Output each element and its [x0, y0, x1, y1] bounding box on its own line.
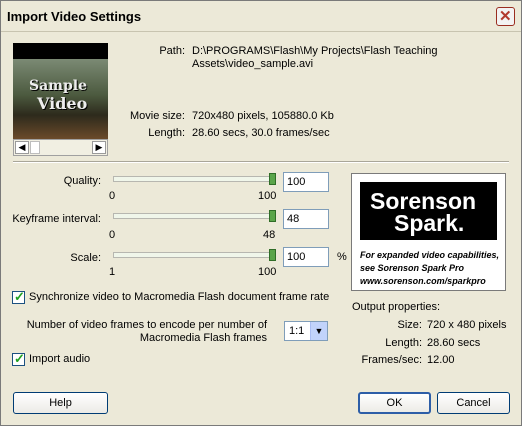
scale-unit: %	[337, 251, 347, 263]
path-value-line2: Assets\video_sample.avi	[192, 58, 314, 70]
sorenson-url: www.sorenson.com/sparkpro	[360, 276, 486, 286]
scroll-left-button[interactable]: ◀	[15, 141, 29, 154]
keyframe-slider[interactable]	[113, 210, 283, 222]
keyframe-thumb[interactable]	[269, 210, 276, 222]
scale-thumb[interactable]	[269, 249, 276, 261]
scale-label: Scale:	[70, 252, 101, 264]
preview-logo-text: Video	[37, 94, 88, 113]
close-button[interactable]: ✕	[496, 7, 515, 26]
length-value: 28.60 secs, 30.0 frames/sec	[192, 127, 330, 139]
path-label: Path:	[159, 45, 185, 57]
keyframe-min: 0	[109, 229, 116, 241]
scale-track	[113, 252, 276, 258]
scale-min: 1	[109, 266, 116, 278]
chevron-right-icon: ▶	[95, 142, 103, 152]
movie-size-label: Movie size:	[129, 110, 185, 122]
section-divider	[13, 161, 509, 163]
close-icon: ✕	[499, 8, 512, 25]
checkmark-icon: ✓	[14, 351, 25, 366]
sync-checkbox[interactable]: ✓	[12, 289, 25, 304]
frames-label-line2: Macromedia Flash frames	[139, 332, 267, 344]
sorenson-brand-line2: Spark.	[394, 210, 465, 236]
quality-track	[113, 176, 276, 182]
output-size-label: Size:	[397, 319, 422, 331]
output-length-label: Length:	[385, 337, 422, 349]
quality-input[interactable]	[283, 172, 329, 192]
chevron-down-icon[interactable]: ▼	[310, 322, 327, 340]
quality-slider[interactable]	[113, 173, 283, 185]
frames-ratio-value: 1:1	[289, 325, 305, 337]
output-fps-value: 12.00	[427, 354, 455, 366]
dialog-title: Import Video Settings	[7, 9, 142, 24]
audio-checkbox[interactable]: ✓	[12, 351, 25, 366]
frames-ratio-select[interactable]: 1:1 ▼	[284, 321, 328, 341]
frames-label-line1: Number of video frames to encode per num…	[26, 319, 267, 331]
sorenson-text-line1: For expanded video capabilities,	[360, 250, 500, 260]
import-video-settings-dialog: Import Video Settings ✕ Sample Video ◀ ▶…	[0, 0, 522, 426]
chevron-left-icon: ◀	[18, 142, 26, 152]
quality-min: 0	[109, 190, 116, 202]
quality-max: 100	[258, 190, 277, 202]
cancel-button[interactable]: Cancel	[437, 392, 510, 414]
movie-size-value: 720x480 pixels, 105880.0 Kb	[192, 110, 334, 122]
preview-logo-text: Sample	[29, 78, 88, 94]
sync-label: Synchronize video to Macromedia Flash do…	[29, 291, 330, 303]
scroll-right-button[interactable]: ▶	[92, 141, 106, 154]
scale-max: 100	[258, 266, 277, 278]
scale-slider[interactable]	[113, 249, 283, 261]
sorenson-spark-logo: Sorenson Spark. For expanded video capab…	[351, 173, 506, 291]
output-size-value: 720 x 480 pixels	[427, 319, 507, 331]
output-properties-title: Output properties:	[352, 301, 441, 313]
quality-label: Quality:	[63, 175, 101, 187]
keyframe-max: 48	[263, 229, 276, 241]
checkmark-icon: ✓	[14, 289, 25, 304]
output-length-value: 28.60 secs	[427, 337, 481, 349]
path-value-line1: D:\PROGRAMS\Flash\My Projects\Flash Teac…	[192, 45, 438, 57]
video-preview: Sample Video	[13, 43, 108, 139]
keyframe-label: Keyframe interval:	[12, 213, 101, 225]
ok-button[interactable]: OK	[358, 392, 431, 414]
title-bar: Import Video Settings ✕	[1, 1, 521, 32]
keyframe-input[interactable]	[283, 209, 329, 229]
keyframe-track	[113, 213, 276, 219]
help-button[interactable]: Help	[13, 392, 108, 414]
scroll-thumb[interactable]	[30, 141, 40, 154]
quality-thumb[interactable]	[269, 173, 276, 185]
audio-label: Import audio	[29, 353, 91, 365]
length-label: Length:	[148, 127, 185, 139]
sorenson-text-line2: see Sorenson Spark Pro	[360, 263, 465, 273]
output-fps-label: Frames/sec:	[361, 354, 422, 366]
scale-input[interactable]	[283, 247, 329, 267]
preview-scrollbar[interactable]: ◀ ▶	[13, 139, 108, 156]
